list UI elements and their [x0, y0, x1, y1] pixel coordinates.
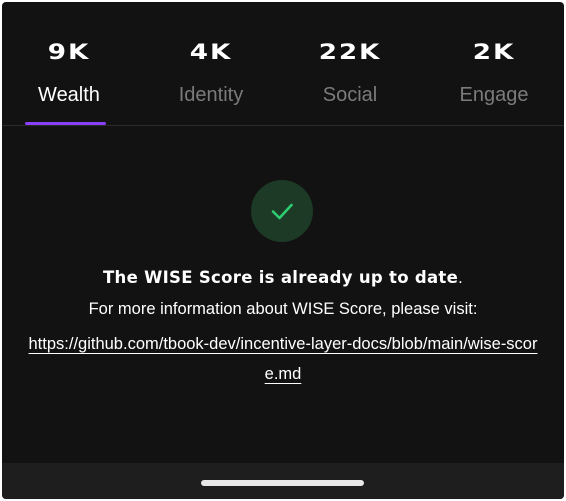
- tab-wealth[interactable]: 9K Wealth: [2, 2, 139, 126]
- tab-identity[interactable]: 4K Identity: [141, 2, 281, 126]
- score-tabs: 9K Wealth 4K Identity 22K Social 2K Enga…: [2, 2, 564, 126]
- status-title: The WISE Score is already up to date: [102, 268, 459, 287]
- status-title-punctuation: .: [458, 269, 463, 287]
- docs-link[interactable]: https://github.com/tbook-dev/incentive-l…: [26, 329, 540, 389]
- app-screen: 9K Wealth 4K Identity 22K Social 2K Enga…: [2, 2, 564, 499]
- active-tab-indicator: [25, 122, 106, 125]
- checkmark-icon: [271, 203, 293, 220]
- tab-engage[interactable]: 2K Engage: [424, 2, 564, 126]
- tab-social[interactable]: 22K Social: [280, 2, 420, 126]
- home-indicator[interactable]: [201, 480, 364, 486]
- bottom-bar: [2, 463, 564, 499]
- tab-label: Social: [322, 84, 378, 106]
- tab-label: Wealth: [38, 84, 100, 106]
- status-message: The WISE Score is already up to date.: [2, 268, 564, 288]
- tab-value: 2K: [472, 40, 516, 64]
- tab-label: Engage: [459, 84, 529, 106]
- info-text: For more information about WISE Score, p…: [88, 300, 478, 318]
- tab-label: Identity: [178, 84, 244, 106]
- success-badge: [251, 180, 313, 242]
